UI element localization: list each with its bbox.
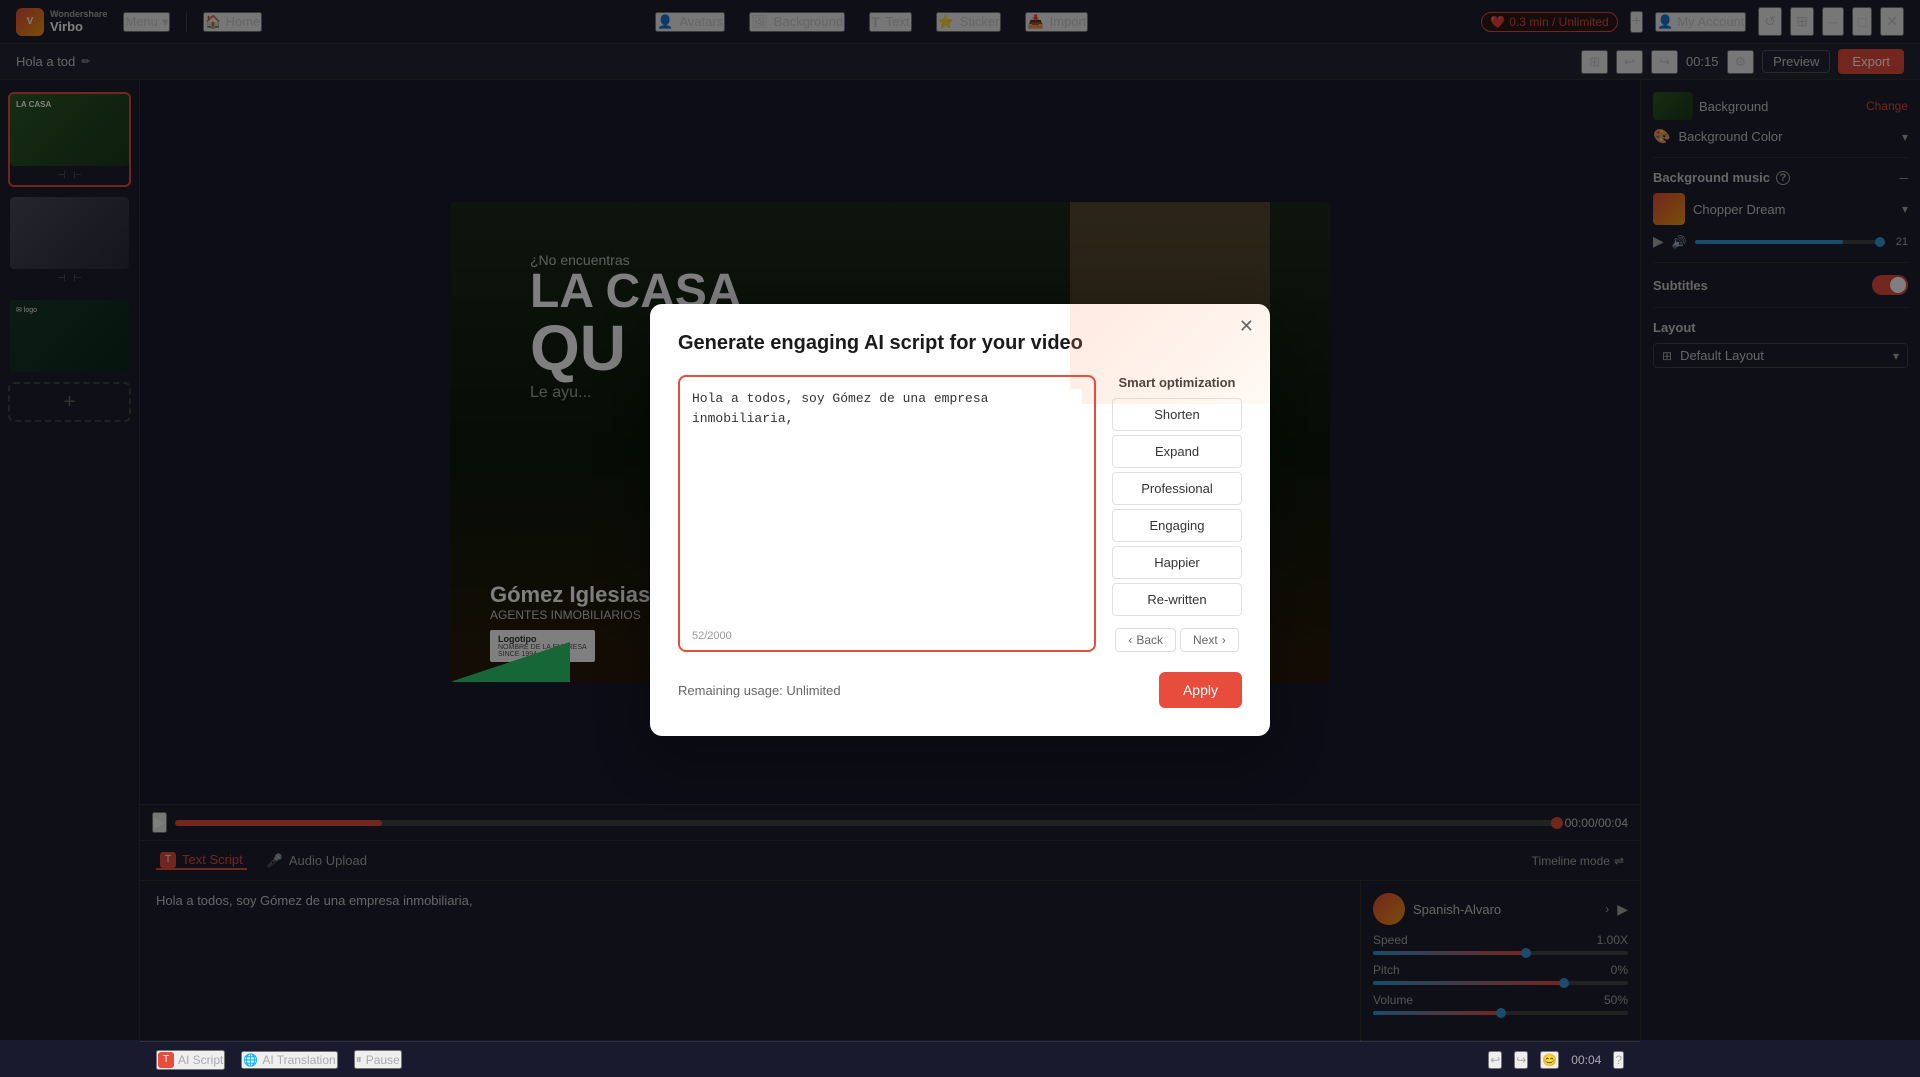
apply-button[interactable]: Apply	[1159, 672, 1242, 708]
back-button[interactable]: ‹ Back	[1115, 628, 1176, 652]
footer-time: 00:04	[1571, 1053, 1601, 1067]
script-textarea[interactable]: Hola a todos, soy Gómez de una empresa i…	[692, 389, 1082, 569]
ai-script-button[interactable]: T AI Script	[156, 1050, 225, 1070]
shorten-button[interactable]: Shorten	[1112, 398, 1242, 431]
bottom-footer: T AI Script 🌐 AI Translation ⏸ Pause ↩ ↪…	[140, 1041, 1640, 1077]
modal-overlay: ✕ Generate engaging AI script for your v…	[0, 0, 1920, 1040]
pause-button[interactable]: ⏸ Pause	[354, 1050, 402, 1069]
remaining-usage-text: Remaining usage: Unlimited	[678, 683, 841, 698]
engaging-button[interactable]: Engaging	[1112, 509, 1242, 542]
modal-close-button[interactable]: ✕	[1239, 316, 1254, 337]
next-button[interactable]: Next ›	[1180, 628, 1239, 652]
re-written-button[interactable]: Re-written	[1112, 583, 1242, 616]
modal-footer: Remaining usage: Unlimited Apply	[678, 672, 1242, 708]
help-button[interactable]: ?	[1613, 1051, 1624, 1069]
modal-body: Hola a todos, soy Gómez de una empresa i…	[678, 375, 1242, 652]
char-count: 52/2000	[692, 630, 732, 642]
happier-button[interactable]: Happier	[1112, 546, 1242, 579]
ai-translation-button[interactable]: 🌐 AI Translation	[241, 1051, 337, 1069]
expand-button[interactable]: Expand	[1112, 435, 1242, 468]
script-textarea-wrap: Hola a todos, soy Gómez de una empresa i…	[678, 375, 1096, 652]
smart-opt-panel: Smart optimization Shorten Expand Profes…	[1112, 375, 1242, 652]
emoji-button[interactable]: 😊	[1540, 1051, 1559, 1069]
undo-footer-button[interactable]: ↩	[1488, 1051, 1502, 1069]
ai-script-icon: T	[158, 1052, 174, 1068]
ai-script-modal: ✕ Generate engaging AI script for your v…	[650, 304, 1270, 736]
redo-footer-button[interactable]: ↪	[1514, 1051, 1528, 1069]
modal-title: Generate engaging AI script for your vid…	[678, 332, 1242, 355]
nav-buttons: ‹ Back Next ›	[1112, 628, 1242, 652]
professional-button[interactable]: Professional	[1112, 472, 1242, 505]
smart-opt-title: Smart optimization	[1112, 375, 1242, 390]
